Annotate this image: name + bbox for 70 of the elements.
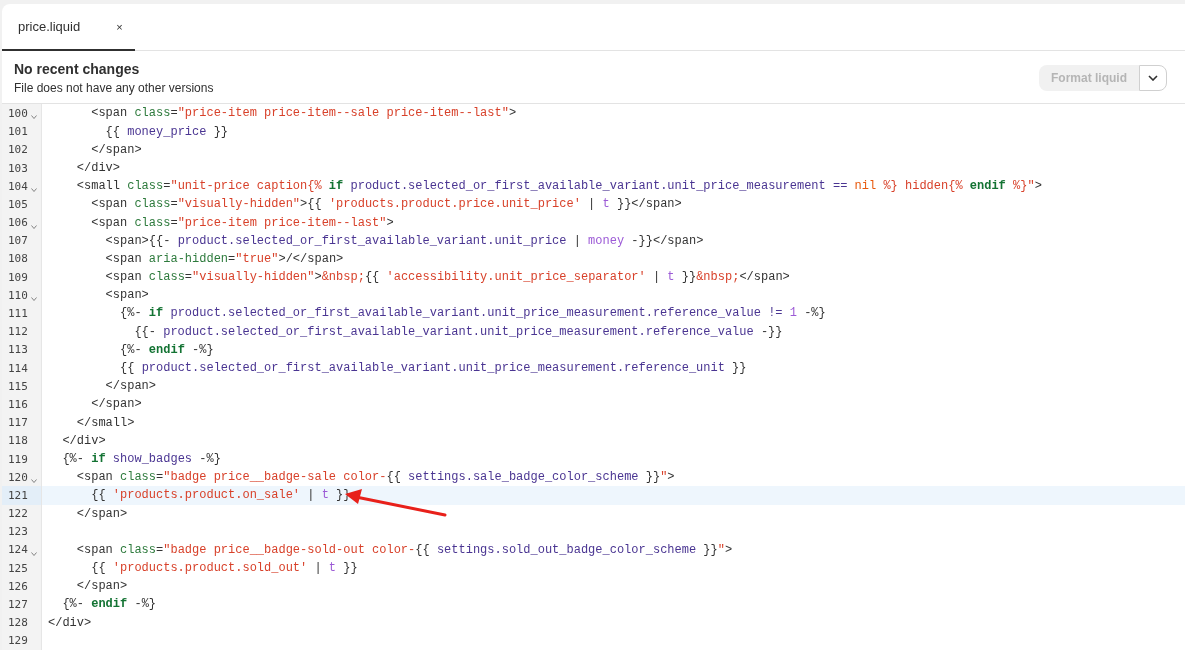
code-line: </span> xyxy=(104,378,157,396)
line-number: 121 xyxy=(8,488,28,502)
line-number: 125 xyxy=(8,561,28,575)
code-line: <span class="badge price__badge-sale color-{{ settings.sale_badge_color_scheme }}"> xyxy=(75,469,675,487)
line-number: 110 xyxy=(8,288,28,302)
line-number: 119 xyxy=(8,452,28,466)
code-line: <span>{{- product.selected_or_first_available_variant.unit_price | money -}}</span> xyxy=(104,232,704,250)
line-number: 100 xyxy=(8,106,28,120)
tab-label: price.liquid xyxy=(18,19,81,35)
code-line: <span class="price-item price-item--last"> xyxy=(90,214,394,232)
line-number: 123 xyxy=(8,525,28,539)
line-number: 115 xyxy=(8,379,28,393)
code-line: {{- product.selected_or_first_available_variant.unit_price_measurement.reference_value -}} xyxy=(133,323,783,341)
fold-chevron-icon[interactable] xyxy=(30,479,37,484)
line-number: 116 xyxy=(8,397,28,411)
code-line: </span> xyxy=(75,505,128,523)
code-line: </div> xyxy=(75,159,120,177)
code-line: <span class="visually-hidden">{{ 'products.product.price.unit_price' | t }}</span> xyxy=(90,196,682,214)
chevron-down-icon xyxy=(1148,75,1158,82)
code-line: <span class="price-item price-item--sale price-item--last"> xyxy=(90,105,517,123)
code-line: </span> xyxy=(90,141,142,159)
fold-chevron-icon[interactable] xyxy=(30,224,37,229)
line-number: 107 xyxy=(8,234,28,248)
code-line: {{ product.selected_or_first_available_variant.unit_price_measurement.reference_unit }} xyxy=(119,360,747,377)
line-number: 127 xyxy=(8,598,28,612)
code-line: <span class="badge price__badge-sold-out color-{{ settings.sold_out_badge_color_scheme }}"> xyxy=(75,541,733,559)
close-tab-button[interactable]: × xyxy=(114,18,125,35)
line-number: 114 xyxy=(8,361,28,375)
code-line: {%- if show_badges -%} xyxy=(61,450,221,468)
code-line: </span> xyxy=(75,578,128,596)
line-number: 128 xyxy=(8,616,28,630)
fold-chevron-icon[interactable] xyxy=(30,551,37,556)
history-title: No recent changes xyxy=(14,61,141,78)
line-number: 118 xyxy=(8,434,28,448)
code-line: {%- endif -%} xyxy=(119,341,214,359)
code-line: <span> xyxy=(104,287,149,305)
line-number: 129 xyxy=(8,634,28,648)
line-number: 111 xyxy=(8,307,28,321)
code-line: <small class="unit-price caption{% if product.selected_or_first_available_variant.unit_price_measurement == nil %} hidden{% endif %}"> xyxy=(75,178,1042,196)
line-number: 122 xyxy=(8,507,28,521)
code-line: <span class="visually-hidden">&nbsp;{{ 'accessibility.unit_price_separator' | t }}&nbsp;</span> xyxy=(104,269,790,287)
fold-chevron-icon[interactable] xyxy=(30,115,37,120)
code-line: </small> xyxy=(75,414,135,432)
line-number: 102 xyxy=(8,143,28,157)
code-line: {%- if product.selected_or_first_available_variant.unit_price_measurement.reference_value != 1 -%} xyxy=(119,305,826,323)
line-number: 105 xyxy=(8,197,28,211)
line-number: 109 xyxy=(8,270,28,284)
line-number: 108 xyxy=(8,252,28,266)
code-line: </div> xyxy=(61,432,106,450)
code-line: </span> xyxy=(90,396,142,414)
file-tab[interactable]: price.liquid × xyxy=(2,4,135,52)
line-number: 120 xyxy=(8,470,28,484)
line-number: 112 xyxy=(8,325,28,339)
code-line: {{ money_price }} xyxy=(104,123,229,141)
line-number: 101 xyxy=(8,125,28,139)
format-dropdown-button[interactable] xyxy=(1139,65,1167,92)
line-number: 117 xyxy=(8,416,28,430)
code-line: </div> xyxy=(47,614,92,632)
line-number: 103 xyxy=(8,161,28,175)
code-line: <span aria-hidden="true">/</span> xyxy=(104,250,344,268)
fold-chevron-icon[interactable] xyxy=(30,297,37,302)
history-subtitle: File does not have any other versions xyxy=(14,81,214,96)
line-number: 124 xyxy=(8,543,28,557)
fold-chevron-icon[interactable] xyxy=(30,188,37,193)
line-number: 106 xyxy=(8,216,28,230)
code-line: {{ 'products.product.sold_out' | t }} xyxy=(90,560,358,578)
code-line: {%- endif -%} xyxy=(61,596,157,614)
line-number: 104 xyxy=(8,179,28,193)
line-number: 126 xyxy=(8,579,28,593)
line-number: 113 xyxy=(8,343,28,357)
